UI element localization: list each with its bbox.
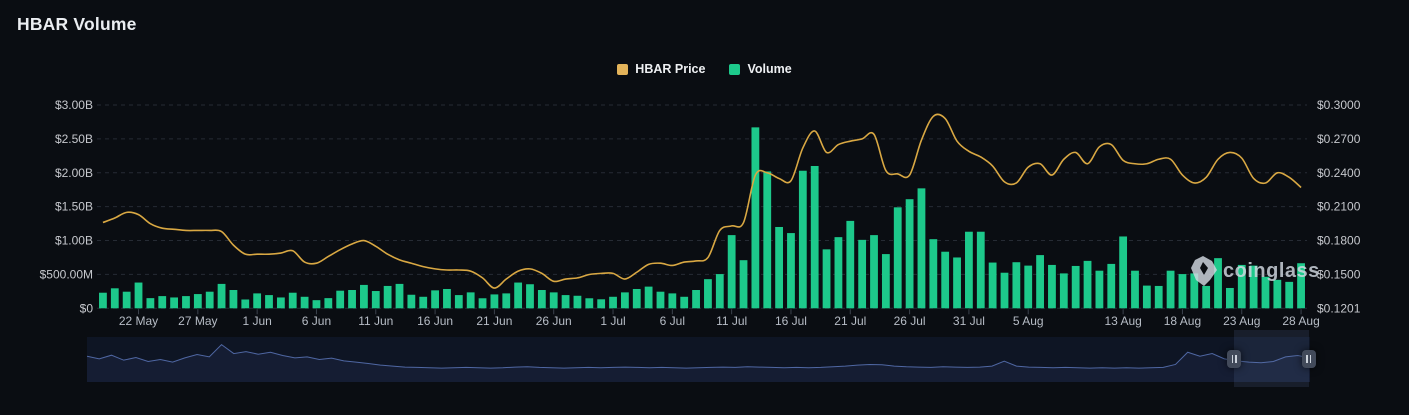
- svg-text:28 Aug: 28 Aug: [1282, 314, 1319, 328]
- svg-text:$0.1500: $0.1500: [1317, 267, 1361, 281]
- svg-text:$0.2700: $0.2700: [1317, 132, 1361, 146]
- svg-text:$500.00M: $500.00M: [40, 267, 93, 281]
- svg-text:27 May: 27 May: [178, 314, 217, 328]
- svg-text:$0.2400: $0.2400: [1317, 166, 1361, 180]
- svg-text:26 Jul: 26 Jul: [894, 314, 926, 328]
- svg-text:$1.50B: $1.50B: [55, 200, 93, 214]
- svg-text:1 Jul: 1 Jul: [600, 314, 625, 328]
- svg-text:6 Jul: 6 Jul: [660, 314, 685, 328]
- navigator-right-handle[interactable]: [1301, 350, 1316, 368]
- svg-text:21 Jul: 21 Jul: [834, 314, 866, 328]
- svg-text:$2.00B: $2.00B: [55, 166, 93, 180]
- y-axis-right-labels: $0.3000 $0.2700 $0.2400 $0.2100 $0.1800 $0.15…: [1317, 98, 1361, 315]
- volume-price-chart[interactable]: $3.00B $2.50B $2.00B $1.50B $1.00B $500.00M $0…: [0, 0, 1409, 335]
- svg-text:16 Jun: 16 Jun: [417, 314, 453, 328]
- svg-text:26 Jun: 26 Jun: [536, 314, 572, 328]
- range-navigator[interactable]: [86, 330, 1316, 387]
- svg-text:21 Jun: 21 Jun: [476, 314, 512, 328]
- navigator-left-handle[interactable]: [1227, 350, 1242, 368]
- svg-text:6 Jun: 6 Jun: [302, 314, 331, 328]
- x-axis-labels: 22 May 27 May 1 Jun 6 Jun 11 Jun 16 Jun 21 Jun…: [119, 309, 1320, 328]
- svg-text:13 Aug: 13 Aug: [1104, 314, 1141, 328]
- svg-text:$2.50B: $2.50B: [55, 132, 93, 146]
- y-axis-left-labels: $3.00B $2.50B $2.00B $1.50B $1.00B $500.00M $0: [40, 98, 94, 315]
- hbar-volume-page: HBAR Volume HBAR Price Volume $3.00B $2.5…: [0, 0, 1409, 415]
- svg-text:5 Aug: 5 Aug: [1013, 314, 1044, 328]
- svg-text:22 May: 22 May: [119, 314, 158, 328]
- svg-text:$0.3000: $0.3000: [1317, 98, 1361, 112]
- volume-bars: [99, 127, 1305, 309]
- svg-text:$0: $0: [80, 301, 94, 315]
- svg-text:$0.2100: $0.2100: [1317, 200, 1361, 214]
- svg-text:1 Jun: 1 Jun: [242, 314, 271, 328]
- svg-text:$0.1800: $0.1800: [1317, 234, 1361, 248]
- svg-text:16 Jul: 16 Jul: [775, 314, 807, 328]
- svg-text:$3.00B: $3.00B: [55, 98, 93, 112]
- svg-text:11 Jun: 11 Jun: [358, 314, 393, 328]
- svg-text:18 Aug: 18 Aug: [1164, 314, 1201, 328]
- svg-text:11 Jul: 11 Jul: [716, 314, 747, 328]
- svg-text:31 Jul: 31 Jul: [953, 314, 985, 328]
- navigator-minichart: [86, 337, 1311, 382]
- navigator-selection[interactable]: [1234, 330, 1309, 387]
- svg-text:23 Aug: 23 Aug: [1223, 314, 1260, 328]
- svg-text:$0.1201: $0.1201: [1317, 301, 1361, 315]
- svg-text:$1.00B: $1.00B: [55, 234, 93, 248]
